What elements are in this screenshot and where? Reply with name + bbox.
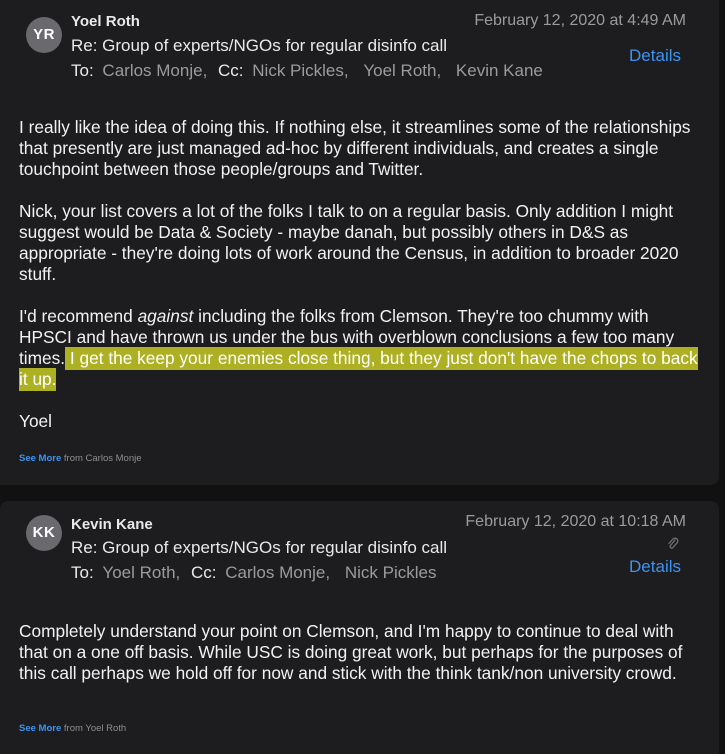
signoff: Yoel (19, 411, 53, 431)
avatar: YR (26, 17, 62, 53)
cc-label: Cc: (190, 563, 217, 582)
details-button[interactable]: Details (629, 46, 681, 66)
sender-name: Kevin Kane (71, 516, 153, 533)
sender-name: Yoel Roth (71, 13, 140, 30)
see-more-line: See More from Yoel Roth (19, 723, 126, 734)
to-recipient[interactable]: Yoel Roth, (102, 563, 180, 582)
recipients-line: To: Yoel Roth, Cc: Carlos Monje, Nick Pi… (71, 563, 436, 583)
emphasis-text: against (137, 306, 194, 326)
see-more-from: from Yoel Roth (61, 723, 127, 734)
see-more-link[interactable]: See More (19, 723, 61, 734)
message-kevin-kane[interactable]: KK Kevin Kane February 12, 2020 at 10:18… (0, 501, 719, 754)
body-paragraph: I really like the idea of doing this. If… (19, 117, 691, 179)
cc-recipient[interactable]: Nick Pickles, (252, 61, 348, 80)
paperclip-icon (667, 537, 679, 554)
message-subject: Re: Group of experts/NGOs for regular di… (71, 538, 448, 557)
see-more-line: See More from Carlos Monje (19, 453, 142, 464)
body-paragraph: Completely understand your point on Clem… (19, 621, 683, 683)
highlighted-text: I get the keep your enemies close thing,… (19, 347, 698, 391)
message-date: February 12, 2020 at 10:18 AM (465, 513, 686, 530)
message-date: February 12, 2020 at 4:49 AM (474, 12, 686, 29)
cc-label: Cc: (218, 61, 244, 80)
message-body: I really like the idea of doing this. If… (19, 117, 699, 453)
message-yoel-roth[interactable]: YR Yoel Roth February 12, 2020 at 4:49 A… (0, 0, 719, 485)
to-label: To: (71, 563, 94, 582)
body-paragraph: I'd recommend against including the folk… (19, 306, 698, 391)
to-recipient[interactable]: Carlos Monje, (102, 61, 207, 80)
to-label: To: (71, 61, 94, 80)
see-more-link[interactable]: See More (19, 453, 61, 464)
message-subject: Re: Group of experts/NGOs for regular di… (71, 36, 448, 55)
cc-recipient[interactable]: Kevin Kane (456, 61, 543, 80)
cc-recipient[interactable]: Nick Pickles (345, 563, 437, 582)
cc-recipient[interactable]: Carlos Monje, (225, 563, 330, 582)
avatar: KK (26, 515, 62, 551)
body-paragraph: Nick, your list covers a lot of the folk… (19, 201, 679, 284)
recipients-line: To: Carlos Monje, Cc: Nick Pickles, Yoel… (71, 61, 543, 81)
details-button[interactable]: Details (629, 557, 681, 577)
see-more-from: from Carlos Monje (61, 453, 142, 464)
cc-recipient[interactable]: Yoel Roth, (363, 61, 441, 80)
message-body: Completely understand your point on Clem… (19, 621, 699, 705)
